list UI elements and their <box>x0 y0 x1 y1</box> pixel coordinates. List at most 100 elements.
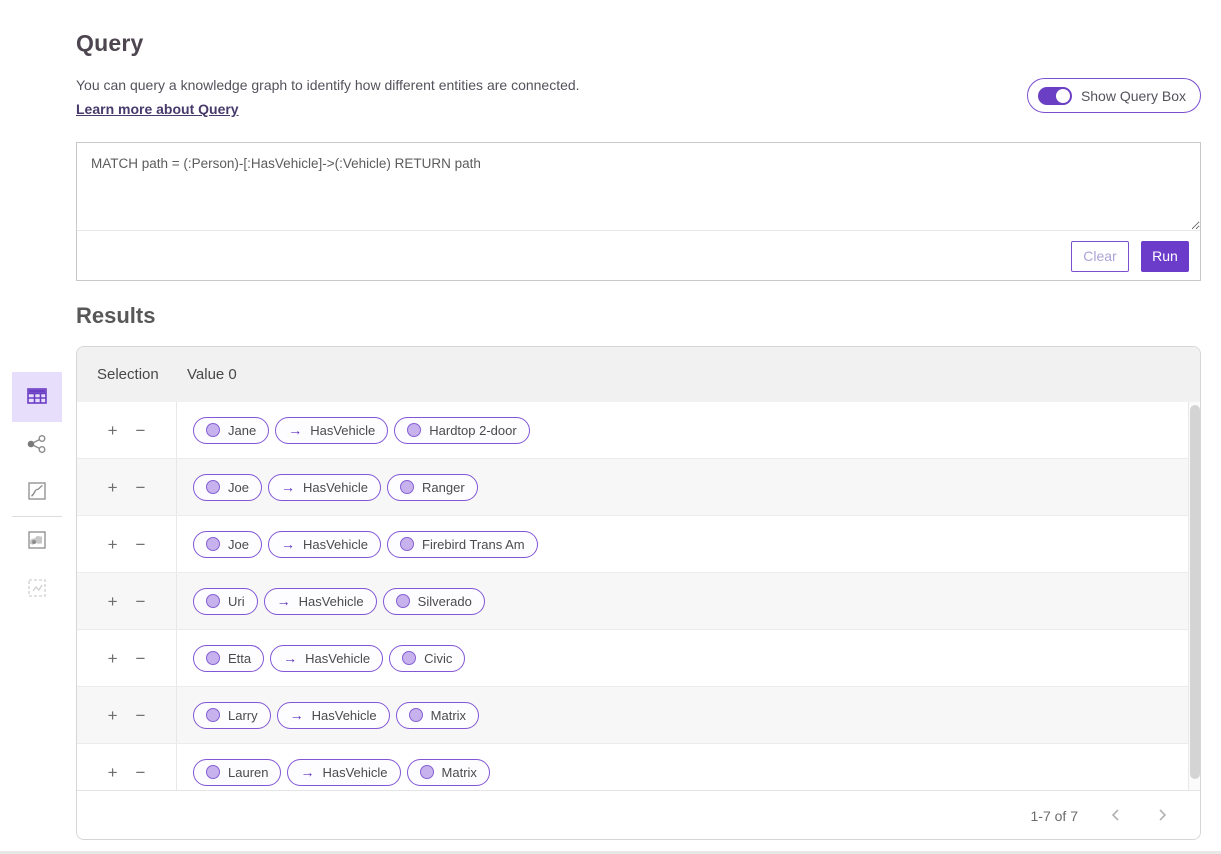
node-icon <box>396 594 410 608</box>
node-pill[interactable]: Lauren <box>193 759 281 786</box>
add-path-button[interactable]: + <box>105 762 121 783</box>
sidebar-divider <box>12 516 62 517</box>
node-icon <box>206 423 220 437</box>
add-path-button[interactable]: + <box>105 477 121 498</box>
node-pill[interactable]: Silverado <box>383 588 485 615</box>
edge-arrow-icon: → <box>281 537 295 551</box>
sidebar-item-graph-view[interactable] <box>17 432 57 459</box>
graph-view-icon <box>26 433 48 458</box>
page-title: Query <box>76 30 143 57</box>
node-pill[interactable]: Hardtop 2-door <box>394 417 529 444</box>
add-path-button[interactable]: + <box>105 420 121 441</box>
scrollbar-thumb[interactable] <box>1190 405 1200 779</box>
remove-path-button[interactable]: − <box>133 648 149 669</box>
add-path-button[interactable]: + <box>105 591 121 612</box>
edge-pill[interactable]: →HasVehicle <box>268 531 381 558</box>
edge-pill[interactable]: → HasVehicle <box>287 759 400 786</box>
chart-view-icon <box>26 480 48 505</box>
pill-label: HasVehicle <box>305 651 370 666</box>
node-icon <box>206 480 220 494</box>
add-path-button[interactable]: + <box>105 705 121 726</box>
node-pill[interactable]: Matrix <box>407 759 490 786</box>
clear-button[interactable]: Clear <box>1071 241 1129 272</box>
value-cell: Larry→HasVehicleMatrix <box>177 687 1200 743</box>
pill-label: Joe <box>228 537 249 552</box>
edge-pill[interactable]: → HasVehicle <box>275 417 388 444</box>
toggle-label: Show Query Box <box>1081 88 1186 104</box>
sidebar-item-widget-view[interactable] <box>17 576 57 603</box>
edge-pill[interactable]: → HasVehicle <box>264 588 377 615</box>
edge-arrow-icon: → <box>300 765 314 779</box>
table-row: + − Larry→HasVehicleMatrix <box>77 687 1200 744</box>
remove-path-button[interactable]: − <box>133 591 149 612</box>
node-pill[interactable]: Joe <box>193 474 262 501</box>
previous-page-button[interactable] <box>1108 806 1124 827</box>
pill-label: HasVehicle <box>322 765 387 780</box>
table-footer: 1-7 of 7 <box>77 790 1200 840</box>
table-row: + − Etta→HasVehicleCivic <box>77 630 1200 687</box>
edge-arrow-icon: → <box>288 423 302 437</box>
node-pill[interactable]: Matrix <box>396 702 479 729</box>
pill-label: Silverado <box>418 594 472 609</box>
pill-label: HasVehicle <box>303 480 368 495</box>
table-header: Selection Value 0 <box>77 347 1200 402</box>
next-page-button[interactable] <box>1154 806 1170 827</box>
pill-label: HasVehicle <box>299 594 364 609</box>
value-cell: Etta→HasVehicleCivic <box>177 630 1200 686</box>
edge-pill[interactable]: →HasVehicle <box>277 702 390 729</box>
remove-path-button[interactable]: − <box>133 762 149 783</box>
toggle-switch-icon <box>1038 87 1072 105</box>
pill-label: Firebird Trans Am <box>422 537 525 552</box>
node-pill[interactable]: Joe <box>193 531 262 558</box>
remove-path-button[interactable]: − <box>133 420 149 441</box>
scrollbar-track[interactable] <box>1188 402 1200 790</box>
selection-cell: + − <box>77 459 177 515</box>
run-button[interactable]: Run <box>1141 241 1189 272</box>
sidebar-item-chart-view[interactable] <box>17 479 57 506</box>
node-pill[interactable]: Firebird Trans Am <box>387 531 538 558</box>
edge-pill[interactable]: → HasVehicle <box>268 474 381 501</box>
query-editor[interactable]: MATCH path = (:Person)-[:HasVehicle]->(:… <box>77 143 1200 231</box>
node-pill[interactable]: Civic <box>389 645 465 672</box>
query-panel-footer: Clear Run <box>77 231 1200 281</box>
node-icon <box>206 594 220 608</box>
selection-cell: + − <box>77 630 177 686</box>
remove-path-button[interactable]: − <box>133 705 149 726</box>
table-row: + − Joe → HasVehicle Ranger <box>77 459 1200 516</box>
widget-view-icon <box>26 577 48 602</box>
sidebar-item-map-view[interactable] <box>17 528 57 555</box>
value-cell: Uri → HasVehicle Silverado <box>177 573 1200 629</box>
edge-pill[interactable]: →HasVehicle <box>270 645 383 672</box>
remove-path-button[interactable]: − <box>133 477 149 498</box>
add-path-button[interactable]: + <box>105 534 121 555</box>
node-pill[interactable]: Larry <box>193 702 271 729</box>
node-pill[interactable]: Jane <box>193 417 269 444</box>
sidebar-item-table-view[interactable] <box>12 372 62 422</box>
node-icon <box>402 651 416 665</box>
results-table: Selection Value 0 + − Jane → HasVehicle Har… <box>76 346 1201 840</box>
selection-cell: + − <box>77 402 177 458</box>
node-pill[interactable]: Uri <box>193 588 258 615</box>
edge-arrow-icon: → <box>277 594 291 608</box>
node-icon <box>206 765 220 779</box>
query-panel: MATCH path = (:Person)-[:HasVehicle]->(:… <box>76 142 1201 281</box>
pill-label: Jane <box>228 423 256 438</box>
table-row: + − Joe →HasVehicle Firebird Trans Am <box>77 516 1200 573</box>
map-view-icon <box>26 529 48 554</box>
node-icon <box>420 765 434 779</box>
selection-cell: + − <box>77 573 177 629</box>
node-icon <box>206 537 220 551</box>
node-pill[interactable]: Ranger <box>387 474 478 501</box>
node-pill[interactable]: Etta <box>193 645 264 672</box>
pill-label: Matrix <box>442 765 477 780</box>
value-cell: Joe → HasVehicle Ranger <box>177 459 1200 515</box>
results-title: Results <box>76 303 155 329</box>
add-path-button[interactable]: + <box>105 648 121 669</box>
pill-label: HasVehicle <box>310 423 375 438</box>
edge-arrow-icon: → <box>281 480 295 494</box>
show-query-box-toggle[interactable]: Show Query Box <box>1027 78 1201 113</box>
learn-more-link[interactable]: Learn more about Query <box>76 101 239 117</box>
remove-path-button[interactable]: − <box>133 534 149 555</box>
node-icon <box>400 480 414 494</box>
table-row: + − Jane → HasVehicle Hardtop 2-door <box>77 402 1200 459</box>
